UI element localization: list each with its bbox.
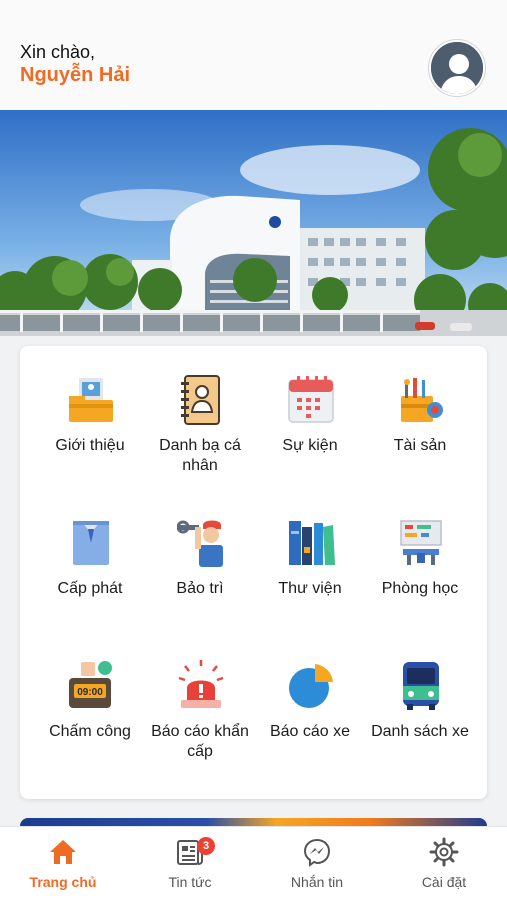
user-name: Nguyễn Hải bbox=[20, 64, 131, 86]
pie-chart-icon bbox=[289, 664, 333, 708]
greeting-text: Xin chào, bbox=[20, 42, 96, 62]
menu-item-thu-vien[interactable]: Thư viện bbox=[254, 495, 366, 615]
menu-item-cap-phat[interactable]: Cấp phát bbox=[34, 495, 146, 615]
menu-item-label: Cấp phát bbox=[57, 580, 123, 597]
menu-item-danh-ba[interactable]: Danh bạ cá nhân bbox=[144, 352, 256, 474]
menu-item-label: Báo cáo xe bbox=[269, 723, 351, 740]
classroom-icon bbox=[400, 520, 442, 565]
menu-item-cham-cong[interactable]: 09:00 Chấm công bbox=[34, 638, 146, 758]
toolbox-icon bbox=[401, 378, 443, 422]
bus-icon bbox=[403, 662, 439, 710]
notification-badge: 3 bbox=[197, 837, 215, 855]
menu-item-danh-sach-xe[interactable]: Danh sách xe bbox=[364, 638, 476, 758]
menu-item-label: Thư viện bbox=[278, 580, 342, 597]
tab-tin-tuc[interactable]: 3 Tin tức bbox=[127, 827, 253, 900]
shirt-icon bbox=[73, 521, 109, 565]
menu-item-su-kien[interactable]: Sự kiện bbox=[254, 352, 366, 472]
header: Xin chào, Nguyễn Hải bbox=[0, 0, 507, 110]
gear-icon bbox=[429, 837, 459, 867]
time-clock-icon: 09:00 bbox=[69, 661, 112, 708]
books-icon bbox=[289, 521, 335, 565]
menu-item-label: Danh sách xe bbox=[371, 723, 469, 740]
menu-item-bao-cao-xe[interactable]: Báo cáo xe bbox=[254, 638, 366, 758]
menu-item-label: Bảo trì bbox=[176, 580, 224, 597]
tab-label: Tin tức bbox=[168, 874, 212, 890]
tab-label: Nhắn tin bbox=[290, 874, 344, 890]
alarm-siren-icon bbox=[178, 660, 224, 708]
tab-cai-dat[interactable]: Cài đặt bbox=[381, 827, 507, 900]
calendar-icon bbox=[288, 376, 334, 423]
menu-item-label: Giới thiệu bbox=[55, 437, 125, 454]
menu-item-gioi-thieu[interactable]: Giới thiệu bbox=[34, 352, 146, 472]
campus-banner-image bbox=[0, 110, 507, 336]
menu-item-label: Phòng học bbox=[381, 580, 459, 597]
menu-item-label: Báo cáo khẩn cấp bbox=[151, 723, 249, 760]
menu-item-label: Sự kiện bbox=[282, 437, 338, 454]
menu-item-bao-tri[interactable]: Bảo trì bbox=[144, 495, 256, 615]
tab-trang-chu[interactable]: Trang chủ bbox=[0, 827, 126, 900]
avatar[interactable] bbox=[429, 40, 485, 96]
tab-label: Trang chủ bbox=[29, 874, 97, 890]
feature-menu: Giới thiệu Danh bạ cá nhân Sự kiện Tài s… bbox=[20, 346, 487, 799]
menu-item-phong-hoc[interactable]: Phòng học bbox=[364, 495, 476, 615]
user-silhouette-icon bbox=[431, 42, 483, 94]
menu-item-label: Chấm công bbox=[49, 723, 131, 740]
menu-item-bao-cao-khan-cap[interactable]: Báo cáo khẩn cấp bbox=[144, 638, 256, 760]
messenger-icon bbox=[303, 838, 331, 867]
folder-id-icon bbox=[69, 378, 113, 422]
menu-item-label: Danh bạ cá nhân bbox=[159, 437, 241, 474]
menu-item-label: Tài sản bbox=[393, 437, 447, 454]
repairman-icon bbox=[177, 520, 223, 567]
bottom-nav: Trang chủ 3 Tin tức Nhắn tin Cài đặt bbox=[0, 826, 507, 900]
address-book-icon bbox=[181, 375, 220, 425]
menu-item-tai-san[interactable]: Tài sản bbox=[364, 352, 476, 472]
clock-time: 09:00 bbox=[77, 687, 103, 698]
tab-label: Cài đặt bbox=[421, 874, 467, 890]
tab-nhan-tin[interactable]: Nhắn tin bbox=[254, 827, 380, 900]
home-icon bbox=[50, 840, 76, 864]
